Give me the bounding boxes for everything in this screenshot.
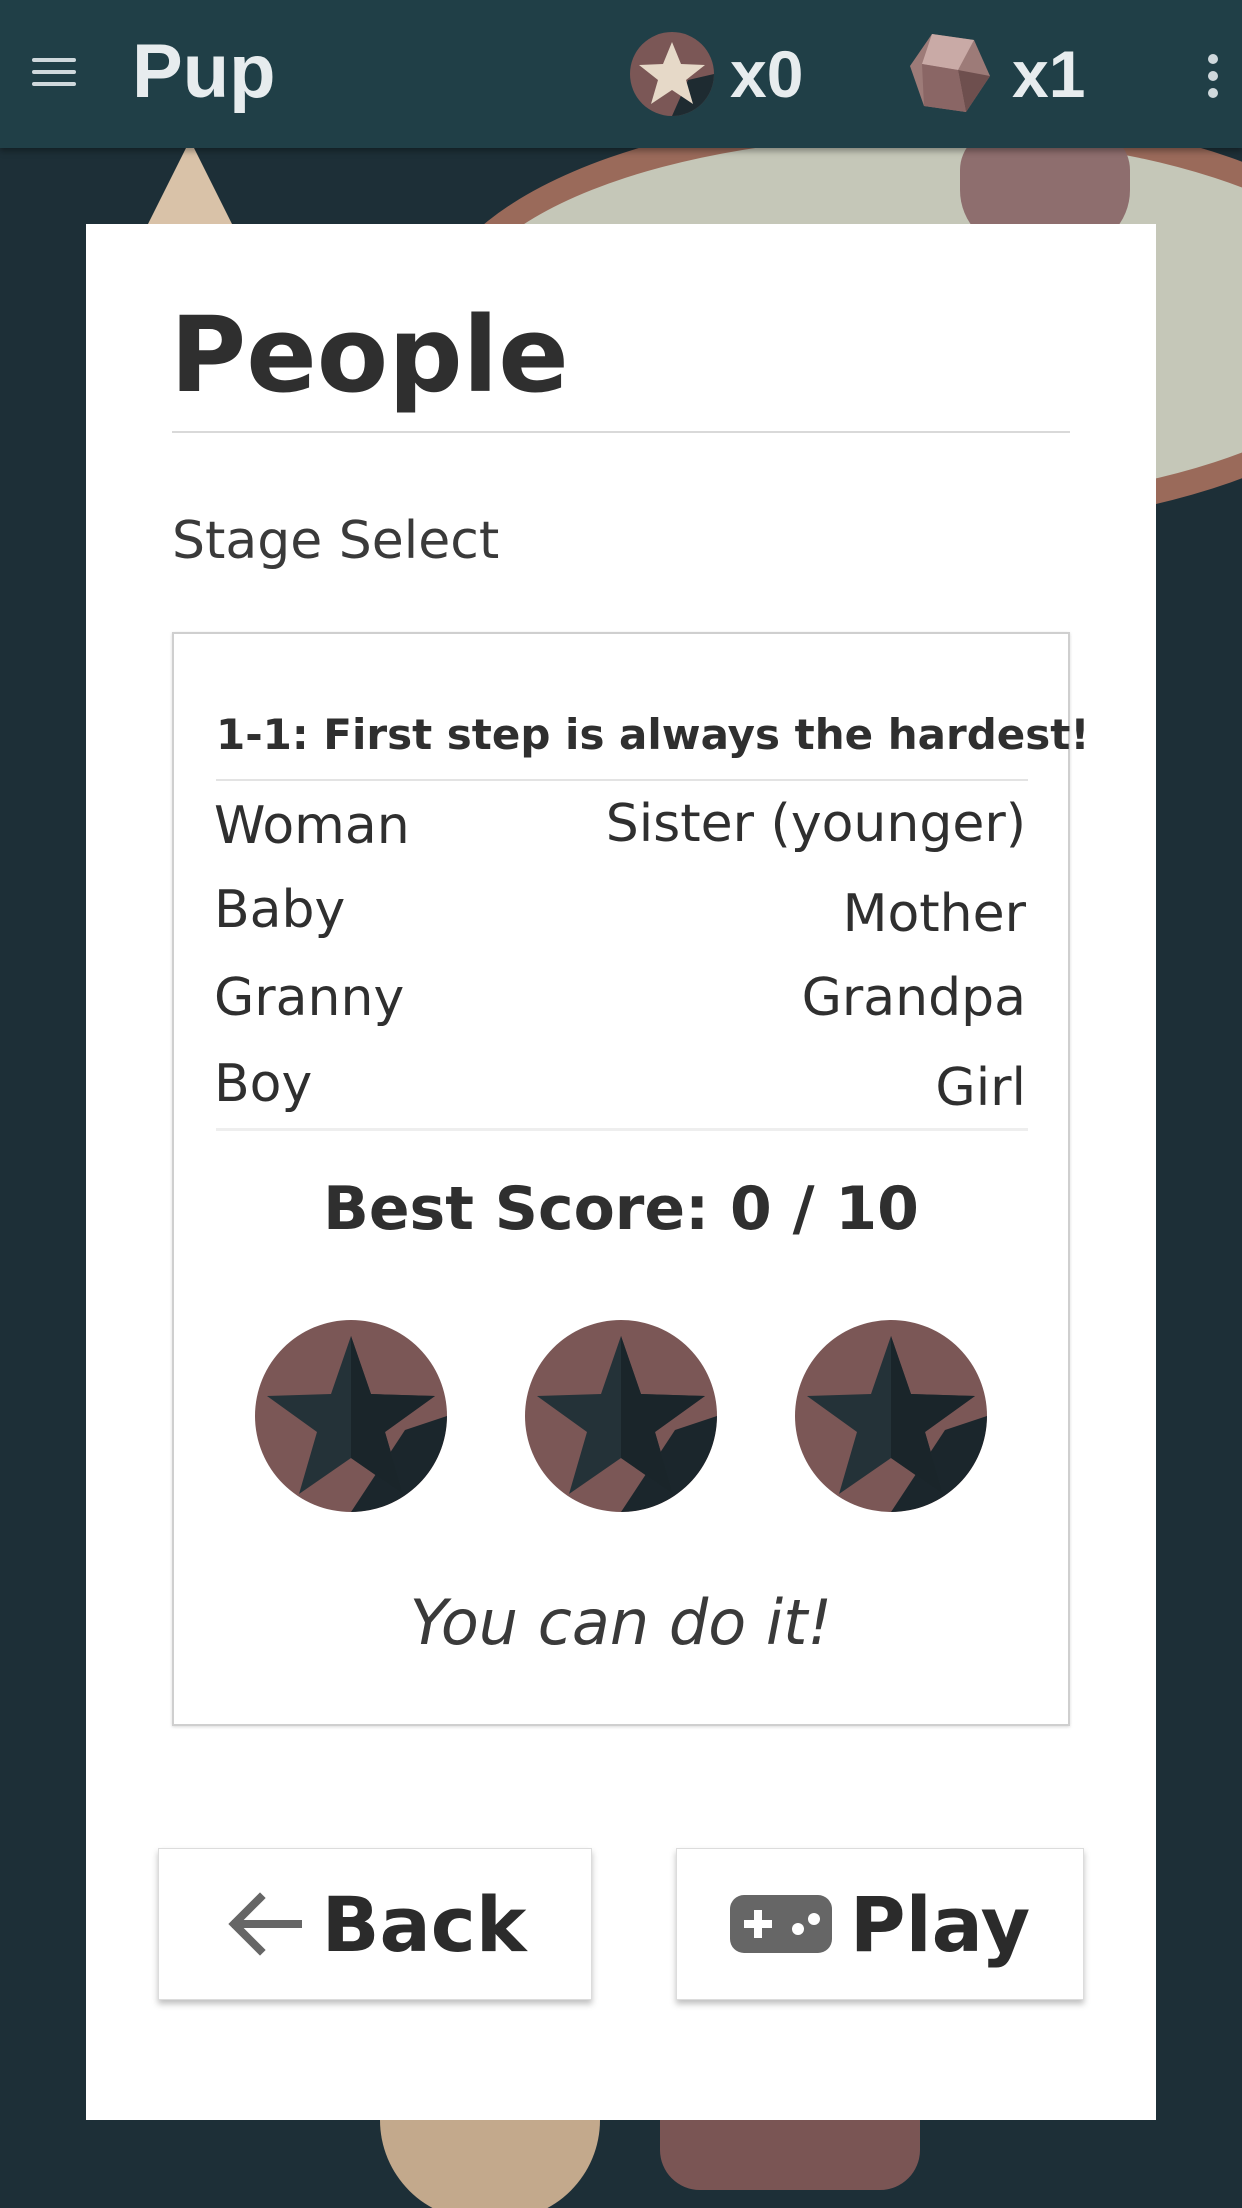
gems-counter: x1 [902,24,1085,124]
star-icon [630,32,714,116]
word-left-3: Granny [214,968,405,1028]
word-left-2: Baby [214,880,346,940]
page-title: People [170,294,569,416]
more-vert-icon[interactable] [1208,54,1220,98]
word-right-1: Sister (younger) [605,794,1026,854]
star-icon [267,1336,447,1512]
back-button[interactable]: Back [158,1848,592,2000]
word-right-3: Grandpa [801,968,1026,1028]
stage-name: 1-1: First step is always the hardest! [216,710,1090,759]
gem-icon [910,34,990,112]
medal-1-empty [255,1320,447,1512]
best-score: Best Score: 0 / 10 [323,1174,919,1244]
star-icon [807,1336,987,1512]
star-icon [537,1336,717,1512]
encouragement-text: You can do it! [409,1586,833,1659]
stars-counter: x0 [628,24,803,124]
word-left-1: Woman [214,796,410,856]
medal-3-empty [795,1320,987,1512]
background-bottom-cone [380,2120,600,2208]
arrow-left-icon [227,1892,302,1956]
title-divider [172,431,1070,433]
app-title: Pup [132,29,276,114]
app-bar: Pup x0 x1 [0,0,1242,148]
gamepad-icon [729,1895,832,1953]
gems-count: x1 [1012,37,1086,111]
stars-count: x0 [730,37,804,111]
word-left-4: Boy [214,1054,313,1114]
play-button-label: Play [849,1879,1031,1969]
medal-2-empty [525,1320,717,1512]
stage-panel[interactable]: 1-1: First step is always the hardest! W… [172,632,1089,1726]
stage-select-label: Stage Select [172,511,500,571]
stage-card: People Stage Select 1-1: First step is a… [86,224,1156,2120]
stage-divider-bottom [216,1128,1028,1131]
background-bottom-bowl [660,2110,920,2190]
menu-icon[interactable] [32,58,76,90]
play-button[interactable]: Play [676,1848,1084,2000]
back-button-label: Back [321,1879,527,1969]
word-right-2: Mother [842,884,1026,944]
background-cone [145,140,235,230]
stage-divider-top [216,779,1028,781]
word-right-4: Girl [935,1058,1026,1118]
